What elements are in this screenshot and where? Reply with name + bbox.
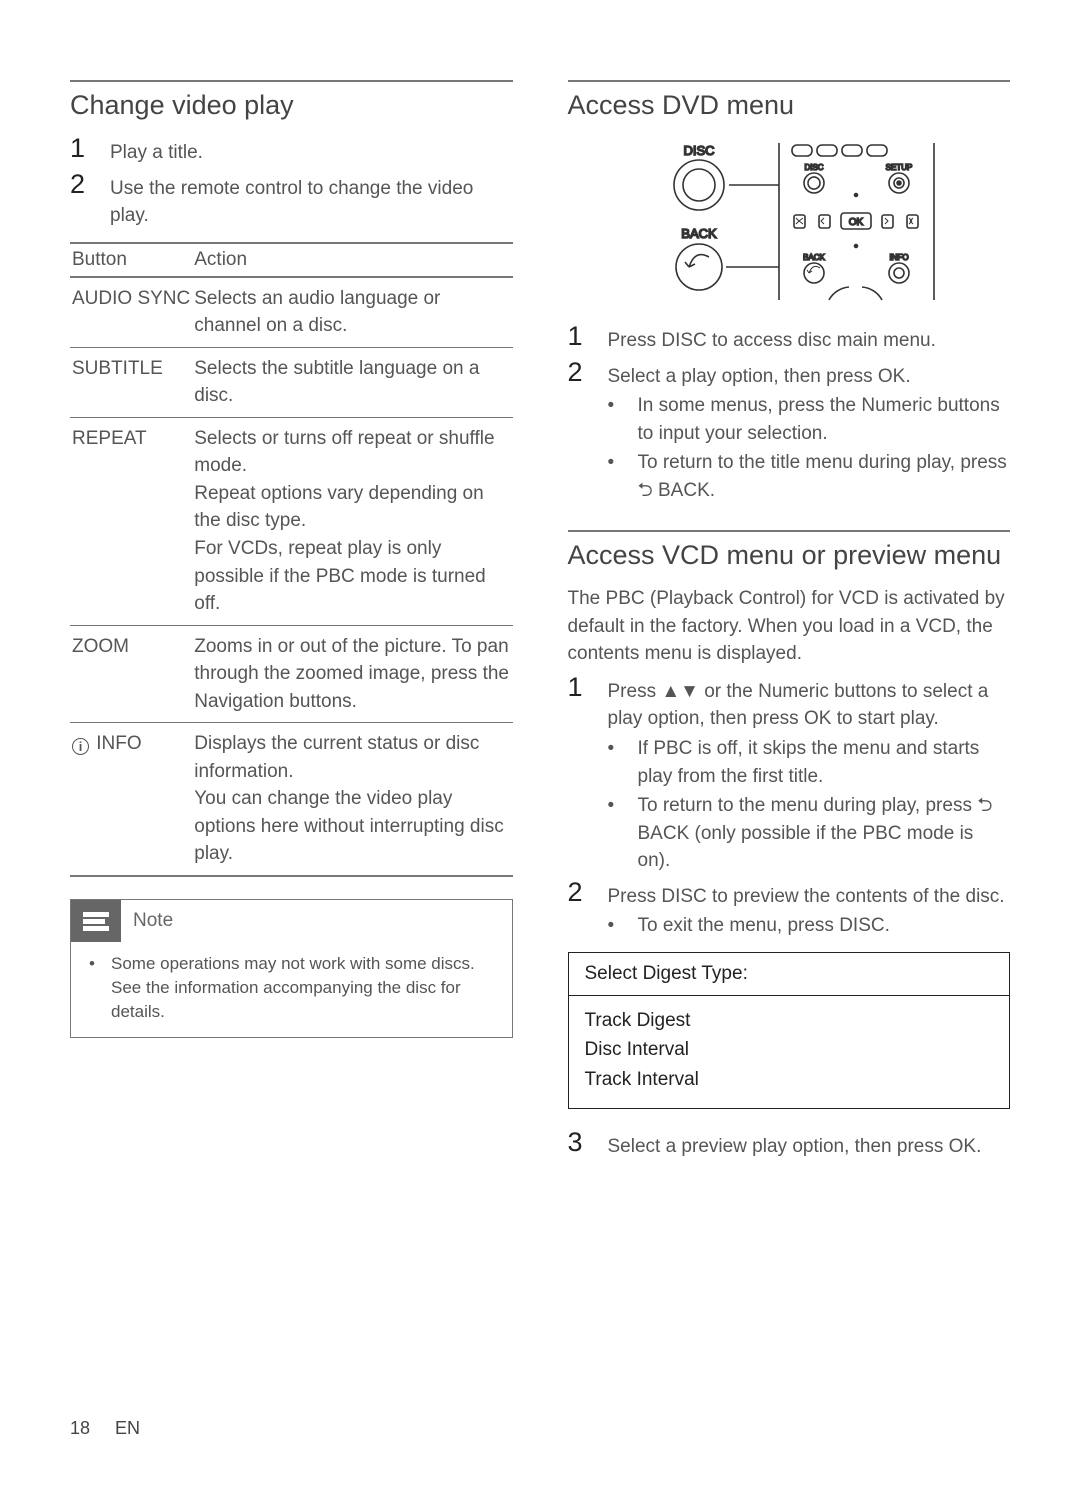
page-number: 18 xyxy=(70,1418,90,1438)
cell-action: Zooms in or out of the picture. To pan t… xyxy=(192,625,512,723)
step-number: 1 xyxy=(70,135,110,162)
note-box: Note • Some operations may not work with… xyxy=(70,899,513,1038)
table-row: REPEAT Selects or turns off repeat or sh… xyxy=(70,417,513,625)
digest-menu-box: Select Digest Type: Track Digest Disc In… xyxy=(568,952,1011,1109)
page-footer: 18 EN xyxy=(70,1418,140,1439)
note-item: • Some operations may not work with some… xyxy=(89,952,498,1023)
cell-action: Selects the subtitle language on a disc. xyxy=(192,347,512,417)
step-text: Use the remote control to change the vid… xyxy=(110,171,513,230)
section-title: Change video play xyxy=(70,90,513,121)
divider xyxy=(70,80,513,82)
table-row: i INFO Displays the current status or di… xyxy=(70,723,513,876)
step-number: 1 xyxy=(568,323,608,350)
svg-text:BACK: BACK xyxy=(803,253,825,262)
step-text: Select a preview play option, then press… xyxy=(608,1129,1011,1161)
steps-list: 1 Press ▲▼ or the Numeric buttons to sel… xyxy=(568,674,1011,940)
th-action: Action xyxy=(192,243,512,277)
digest-item: Track Digest xyxy=(585,1006,994,1035)
svg-text:SETUP: SETUP xyxy=(885,163,912,172)
cell-button: SUBTITLE xyxy=(70,347,192,417)
svg-text:DISC: DISC xyxy=(683,143,714,158)
step-number: 2 xyxy=(568,359,608,386)
section-title: Access DVD menu xyxy=(568,90,1011,121)
step-text: Press ▲▼ or the Numeric buttons to selec… xyxy=(608,674,1011,875)
table-row: AUDIO SYNC Selects an audio language or … xyxy=(70,277,513,348)
cell-button: REPEAT xyxy=(70,417,192,625)
info-icon: i xyxy=(72,738,89,755)
left-column: Change video play 1 Play a title. 2 Use … xyxy=(70,80,513,1173)
svg-text:DISC: DISC xyxy=(804,163,823,172)
step-text: Select a play option, then press OK. •In… xyxy=(608,359,1011,505)
cell-button: i INFO xyxy=(70,723,192,876)
svg-text:BACK: BACK xyxy=(681,226,717,241)
step-text: Press DISC to access disc main menu. xyxy=(608,323,1011,355)
note-icon xyxy=(71,900,121,942)
digest-title: Select Digest Type: xyxy=(569,953,1010,996)
divider xyxy=(568,530,1011,532)
step-number: 2 xyxy=(568,879,608,906)
page-lang: EN xyxy=(115,1418,140,1438)
steps-list: 1 Play a title. 2 Use the remote control… xyxy=(70,135,513,230)
th-button: Button xyxy=(70,243,192,277)
step-number: 1 xyxy=(568,674,608,701)
note-label: Note xyxy=(133,910,173,932)
cell-action: Selects or turns off repeat or shuffle m… xyxy=(192,417,512,625)
button-action-table: Button Action AUDIO SYNC Selects an audi… xyxy=(70,242,513,877)
steps-list: 1 Press DISC to access disc main menu. 2… xyxy=(568,323,1011,504)
intro-text: The PBC (Playback Control) for VCD is ac… xyxy=(568,585,1011,668)
step-number: 3 xyxy=(568,1129,608,1156)
cell-button-text: INFO xyxy=(96,733,141,754)
svg-text:OK: OK xyxy=(849,217,864,228)
table-row: ZOOM Zooms in or out of the picture. To … xyxy=(70,625,513,723)
remote-diagram: DISC BACK DISC xyxy=(634,135,944,305)
cell-button: ZOOM xyxy=(70,625,192,723)
svg-text:INFO: INFO xyxy=(889,253,908,262)
divider xyxy=(568,80,1011,82)
table-row: SUBTITLE Selects the subtitle language o… xyxy=(70,347,513,417)
step-text: Play a title. xyxy=(110,135,513,167)
digest-item: Disc Interval xyxy=(585,1035,994,1064)
cell-action: Displays the current status or disc info… xyxy=(192,723,512,876)
digest-item: Track Interval xyxy=(585,1065,994,1094)
cell-button: AUDIO SYNC xyxy=(70,277,192,348)
steps-list: 3 Select a preview play option, then pre… xyxy=(568,1129,1011,1161)
step-number: 2 xyxy=(70,171,110,198)
step-text: Press DISC to preview the contents of th… xyxy=(608,879,1011,940)
section-title: Access VCD menu or preview menu xyxy=(568,540,1011,571)
right-column: Access DVD menu DISC BACK xyxy=(568,80,1011,1173)
cell-action: Selects an audio language or channel on … xyxy=(192,277,512,348)
